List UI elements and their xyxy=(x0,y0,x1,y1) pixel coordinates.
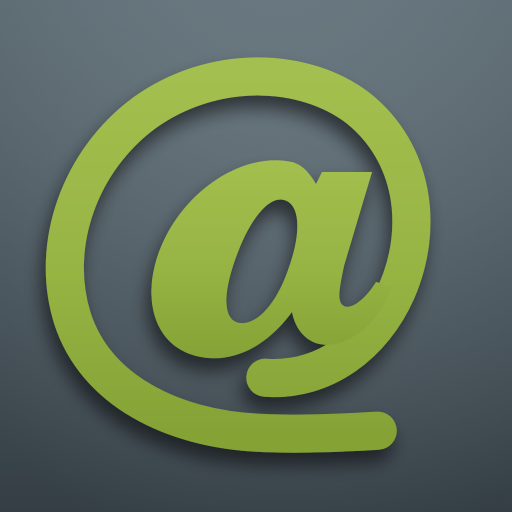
at-sign-icon xyxy=(0,0,512,512)
app-icon xyxy=(0,0,512,512)
